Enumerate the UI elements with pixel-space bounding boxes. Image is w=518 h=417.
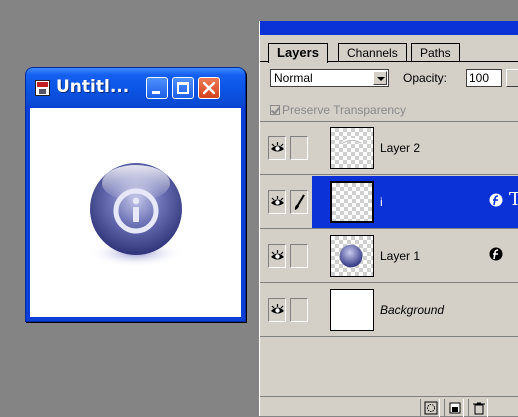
add-mask-button[interactable]: [420, 399, 440, 417]
chevron-down-icon[interactable]: [373, 71, 387, 85]
link-toggle[interactable]: [290, 136, 308, 160]
minimize-icon: [152, 91, 160, 94]
eye-icon: [271, 304, 284, 314]
eye-icon: [271, 196, 284, 206]
paintbrush-icon: [294, 194, 305, 210]
layer-name[interactable]: Layer 1: [380, 249, 420, 263]
checkbox-icon: [270, 105, 280, 115]
eye-icon: [271, 142, 284, 152]
palette-title-bar[interactable]: [260, 21, 518, 35]
layer-name-area[interactable]: Layer 1: [312, 230, 518, 282]
layer-row-layer-2[interactable]: Layer 2: [260, 122, 518, 175]
layer-name[interactable]: i: [380, 195, 383, 209]
link-toggle[interactable]: [290, 298, 308, 322]
layer-row-layer-1[interactable]: Layer 1: [260, 230, 518, 283]
document-window[interactable]: Untitl...: [25, 67, 246, 322]
layer-name-area[interactable]: Background: [312, 284, 518, 336]
blend-mode-value: Normal: [274, 71, 313, 85]
layer-name-area[interactable]: Layer 2: [312, 122, 518, 174]
trash-icon: [473, 402, 485, 415]
opacity-label: Opacity:: [403, 71, 448, 85]
eye-icon: [271, 250, 284, 260]
opacity-slider-button[interactable]: [506, 69, 518, 87]
layer-thumbnail: [330, 127, 374, 169]
tab-channels[interactable]: Channels: [338, 43, 407, 62]
info-icon: [88, 163, 184, 267]
visibility-toggle[interactable]: [268, 244, 286, 268]
link-toggle[interactable]: [290, 244, 308, 268]
layer-thumbnail: [330, 289, 374, 331]
document-canvas[interactable]: [30, 108, 241, 317]
visibility-toggle[interactable]: [268, 298, 286, 322]
photoshop-doc-icon[interactable]: [35, 80, 50, 96]
layer-thumbnail: [330, 235, 374, 277]
document-title-bar[interactable]: Untitl...: [26, 68, 245, 106]
layer-effects-icon[interactable]: [489, 193, 503, 207]
layer-thumbnail: [330, 181, 374, 223]
layer-row-i[interactable]: i T: [260, 176, 518, 229]
close-button[interactable]: [198, 77, 220, 99]
blend-mode-select[interactable]: Normal: [270, 69, 389, 87]
layers-palette[interactable]: Layers Channels Paths Normal Opacity: 10…: [259, 21, 518, 417]
mask-icon: [424, 401, 438, 415]
orb-thumbnail: [339, 244, 363, 268]
new-layer-icon: [449, 402, 461, 414]
tab-paths[interactable]: Paths: [411, 43, 460, 62]
close-icon: [202, 81, 216, 95]
opacity-input[interactable]: 100: [466, 69, 502, 87]
maximize-button[interactable]: [172, 77, 194, 99]
preserve-transparency-checkbox[interactable]: Preserve Transparency: [270, 103, 406, 117]
layer-name[interactable]: Layer 2: [380, 141, 420, 155]
new-layer-button[interactable]: [444, 399, 464, 417]
palette-bottom-bar: [260, 396, 518, 417]
tab-layers[interactable]: Layers: [268, 43, 328, 63]
document-title: Untitl...: [56, 77, 130, 97]
visibility-toggle[interactable]: [268, 136, 286, 160]
visibility-toggle[interactable]: [268, 190, 286, 214]
brush-toggle[interactable]: [290, 190, 308, 214]
minimize-button[interactable]: [146, 77, 168, 99]
layer-row-background[interactable]: Background: [260, 284, 518, 337]
layer-name[interactable]: Background: [380, 303, 444, 317]
preserve-transparency-label: Preserve Transparency: [282, 103, 407, 117]
maximize-icon: [177, 82, 189, 94]
delete-layer-button[interactable]: [468, 399, 488, 417]
layer-name-area[interactable]: i T: [312, 176, 518, 228]
layer-effects-icon[interactable]: [489, 247, 503, 261]
highlight-thumbnail: [341, 138, 363, 145]
type-layer-icon: T: [509, 189, 518, 210]
